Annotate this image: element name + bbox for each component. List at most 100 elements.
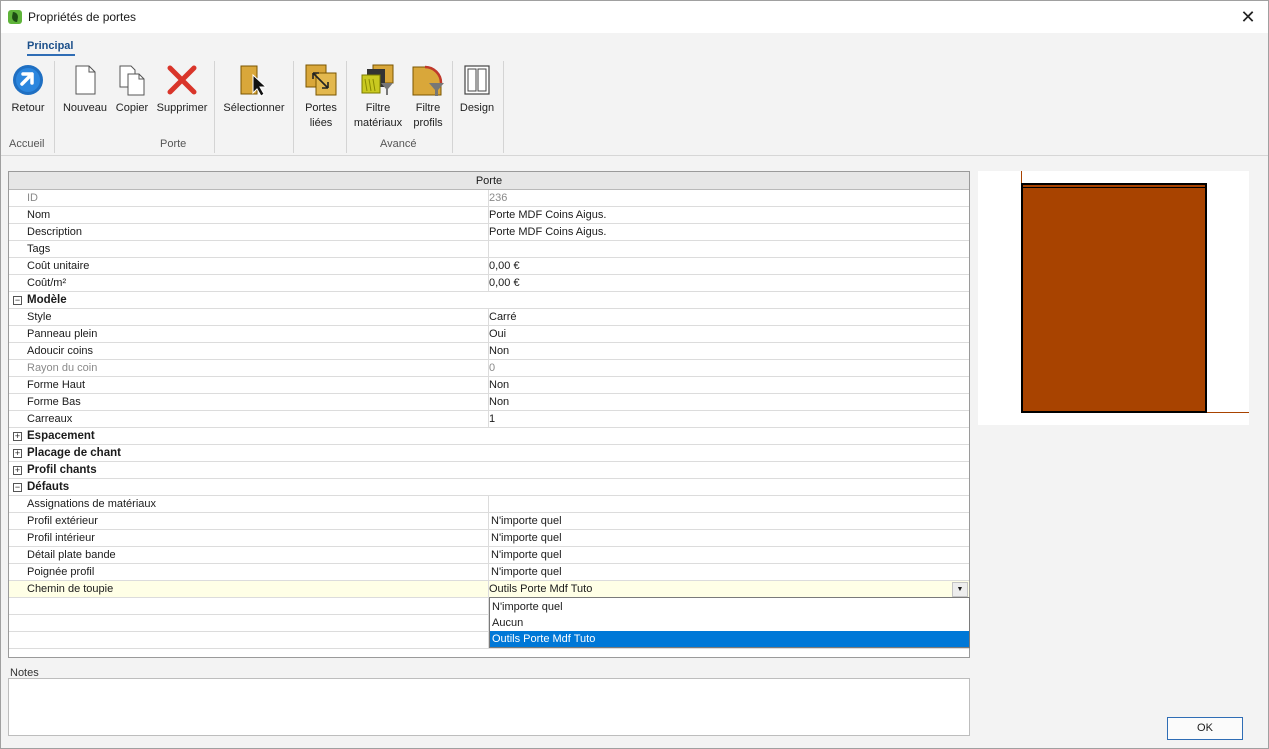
group-separator: [452, 61, 453, 153]
row-label: ID: [27, 192, 38, 204]
dropdown-option[interactable]: N'importe quel: [490, 599, 969, 615]
row-nom[interactable]: Nom Porte MDF Coins Aigus.: [9, 207, 969, 224]
group-separator: [293, 61, 294, 153]
close-icon[interactable]: ✕: [1238, 7, 1258, 27]
row-chemin-de-toupie[interactable]: Chemin de toupie Outils Porte Mdf Tuto ▼: [9, 581, 969, 598]
row-label: Carreaux: [27, 413, 73, 425]
copy-icon: [115, 63, 149, 97]
chevron-down-icon[interactable]: ▼: [952, 582, 968, 597]
portes-liees-label-1: Portes: [305, 102, 337, 114]
row-label: Adoucir coins: [27, 345, 94, 357]
row-label: Rayon du coin: [27, 362, 98, 374]
row-value: 1: [489, 413, 496, 425]
row-value: Porte MDF Coins Aigus.: [489, 209, 607, 221]
design-panels-icon: [460, 63, 494, 97]
collapse-icon[interactable]: −: [13, 296, 22, 305]
category-label: Profil chants: [27, 464, 97, 476]
row-value: Non: [489, 345, 510, 357]
category-profil-chants[interactable]: + Profil chants: [9, 462, 969, 479]
category-label: Espacement: [27, 430, 95, 442]
copier-button[interactable]: Copier: [113, 63, 151, 116]
row-value: Non: [489, 396, 510, 408]
row-label: Profil extérieur: [27, 515, 98, 527]
delete-x-icon: [165, 63, 199, 97]
row-cout-unitaire[interactable]: Coût unitaire 0,00 €: [9, 258, 969, 275]
row-value: Non: [489, 379, 510, 391]
row-label: Style: [27, 311, 52, 323]
row-value: N'importe quel: [491, 515, 562, 527]
nouveau-button[interactable]: Nouveau: [61, 63, 109, 116]
row-value: Oui: [489, 328, 507, 340]
row-value: N'importe quel: [491, 532, 562, 544]
row-cout-m2[interactable]: Coût/m² 0,00 €: [9, 275, 969, 292]
row-label: Coût unitaire: [27, 260, 90, 272]
category-placage-de-chant[interactable]: + Placage de chant: [9, 445, 969, 462]
row-label: Chemin de toupie: [27, 583, 114, 595]
chemin-de-toupie-select[interactable]: Outils Porte Mdf Tuto: [489, 583, 592, 595]
row-label: Profil intérieur: [27, 532, 95, 544]
row-panneau-plein[interactable]: Panneau plein Oui: [9, 326, 969, 343]
dropdown-option[interactable]: Aucun: [490, 615, 969, 631]
row-label: Panneau plein: [27, 328, 98, 340]
retour-button[interactable]: Retour: [8, 63, 48, 116]
row-rayon-du-coin[interactable]: Rayon du coin 0: [9, 360, 969, 377]
ribbon: Principal Retour Accueil Nouveau Copier: [1, 33, 1268, 156]
group-avance-label: Avancé: [380, 138, 417, 150]
filtre-materiaux-label-2: matériaux: [353, 117, 403, 129]
group-separator: [503, 61, 504, 153]
property-grid: Porte ID 236 Nom Porte MDF Coins Aigus. …: [8, 171, 970, 658]
row-poignee-profil[interactable]: Poignée profil N'importe quel: [9, 564, 969, 581]
group-separator: [214, 61, 215, 153]
nouveau-label: Nouveau: [62, 102, 108, 114]
row-adoucir-coins[interactable]: Adoucir coins Non: [9, 343, 969, 360]
copier-label: Copier: [115, 102, 149, 114]
back-arrow-icon: [11, 63, 45, 97]
row-label: Forme Bas: [27, 396, 81, 408]
row-profil-interieur[interactable]: Profil intérieur N'importe quel: [9, 530, 969, 547]
collapse-icon[interactable]: −: [13, 483, 22, 492]
notes-textarea[interactable]: [8, 678, 970, 736]
row-carreaux[interactable]: Carreaux 1: [9, 411, 969, 428]
row-label: Assignations de matériaux: [27, 498, 157, 510]
row-tags[interactable]: Tags: [9, 241, 969, 258]
row-label: Coût/m²: [27, 277, 67, 289]
selectionner-button[interactable]: Sélectionner: [220, 63, 288, 116]
expand-icon[interactable]: +: [13, 466, 22, 475]
row-profil-exterieur[interactable]: Profil extérieur N'importe quel: [9, 513, 969, 530]
filtre-profils-button[interactable]: Filtre profils: [409, 63, 447, 131]
category-modele[interactable]: − Modèle: [9, 292, 969, 309]
group-separator: [54, 61, 55, 153]
row-id[interactable]: ID 236: [9, 190, 969, 207]
expand-icon[interactable]: +: [13, 432, 22, 441]
row-style[interactable]: Style Carré: [9, 309, 969, 326]
row-forme-haut[interactable]: Forme Haut Non: [9, 377, 969, 394]
dropdown-option-selected[interactable]: Outils Porte Mdf Tuto: [490, 631, 969, 647]
row-label: Détail plate bande: [27, 549, 116, 561]
filtre-materiaux-button[interactable]: Filtre matériaux: [351, 63, 405, 131]
supprimer-button[interactable]: Supprimer: [154, 63, 210, 116]
preview-guide-line: [1207, 412, 1249, 413]
row-detail-plate-bande[interactable]: Détail plate bande N'importe quel: [9, 547, 969, 564]
category-label: Placage de chant: [27, 447, 121, 459]
tab-principal[interactable]: Principal: [27, 40, 73, 52]
filtre-profils-label-1: Filtre: [415, 102, 441, 114]
row-value: Carré: [489, 311, 517, 323]
row-assignations-materiaux[interactable]: Assignations de matériaux: [9, 496, 969, 513]
row-forme-bas[interactable]: Forme Bas Non: [9, 394, 969, 411]
category-espacement[interactable]: + Espacement: [9, 428, 969, 445]
portes-liees-button[interactable]: Portes liées: [301, 63, 341, 131]
selectionner-label: Sélectionner: [223, 102, 285, 114]
design-button[interactable]: Design: [457, 63, 497, 116]
category-label: Défauts: [27, 481, 70, 493]
ok-button[interactable]: OK: [1167, 717, 1243, 740]
door-preview: [978, 171, 1249, 425]
category-defauts[interactable]: − Défauts: [9, 479, 969, 496]
select-door-icon: [237, 63, 271, 97]
expand-icon[interactable]: +: [13, 449, 22, 458]
row-value: 0,00 €: [489, 277, 520, 289]
title-bar: Propriétés de portes ✕: [1, 1, 1268, 33]
row-label: Nom: [27, 209, 51, 221]
chemin-de-toupie-dropdown-list: N'importe quel Aucun Outils Porte Mdf Tu…: [489, 597, 970, 648]
material-filter-icon: [361, 63, 395, 97]
row-description[interactable]: Description Porte MDF Coins Aigus.: [9, 224, 969, 241]
